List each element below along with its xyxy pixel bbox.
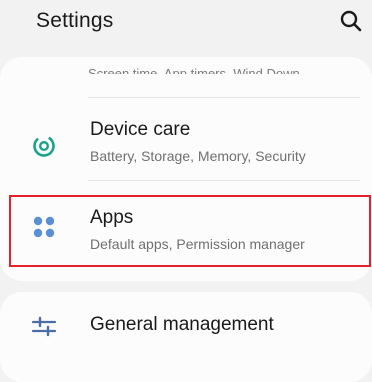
search-icon bbox=[340, 10, 362, 32]
app-header: Settings bbox=[0, 0, 372, 46]
general-management-title: General management bbox=[90, 314, 274, 335]
apps-grid-icon bbox=[33, 216, 55, 238]
page-title: Settings bbox=[36, 9, 114, 32]
settings-item-apps[interactable]: Apps Default apps, Permission manager bbox=[0, 196, 372, 266]
settings-item-general-management[interactable]: General management bbox=[0, 300, 372, 340]
divider bbox=[88, 180, 360, 181]
apps-subtitle: Default apps, Permission manager bbox=[90, 236, 305, 252]
previous-item-subtitle: Screen time, App timers, Wind Down bbox=[88, 66, 300, 74]
device-care-icon bbox=[33, 135, 55, 157]
device-care-subtitle: Battery, Storage, Memory, Security bbox=[90, 148, 306, 164]
sliders-icon bbox=[31, 316, 57, 337]
settings-item-device-care[interactable]: Device care Battery, Storage, Memory, Se… bbox=[0, 98, 372, 180]
device-care-title: Device care bbox=[90, 119, 191, 140]
search-button[interactable] bbox=[338, 8, 366, 36]
apps-title: Apps bbox=[90, 207, 134, 228]
